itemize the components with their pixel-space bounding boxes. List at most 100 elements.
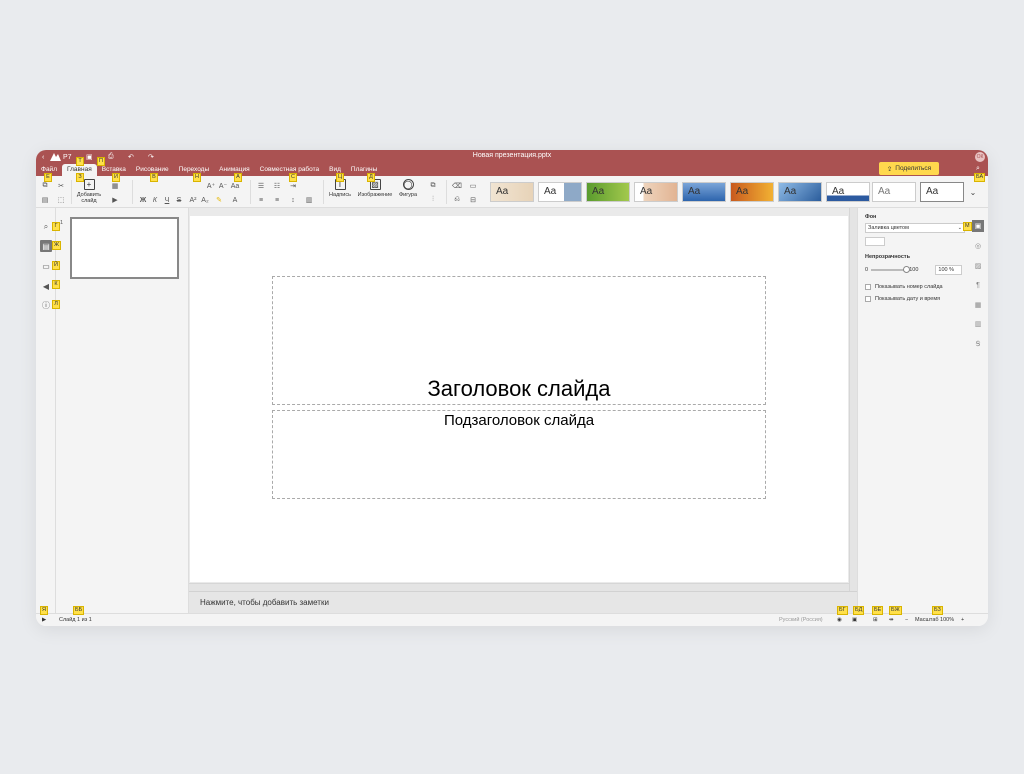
fit-width-icon[interactable]: ⇹ <box>889 617 894 623</box>
copy-icon[interactable]: ⧉ <box>40 181 50 191</box>
theme-5[interactable]: Aa <box>682 182 726 202</box>
keytip: Й <box>52 261 60 270</box>
theme-2[interactable]: Aa <box>538 182 582 202</box>
cut-icon[interactable]: ✂ <box>56 181 66 191</box>
keytip: БЗ <box>932 606 943 615</box>
image-button[interactable]: ▨ Изображение <box>356 179 394 207</box>
theme-9[interactable]: Aa <box>872 182 916 202</box>
plus-icon: + <box>83 179 95 190</box>
keytip: П <box>97 157 105 166</box>
share-button[interactable]: ⇪ Поделиться <box>879 162 939 175</box>
theme-6[interactable]: Aa <box>730 182 774 202</box>
chevron-down-icon[interactable]: ⌄ <box>966 182 980 202</box>
shape-settings-icon[interactable]: ◎ <box>972 240 984 252</box>
zoom-level: Масштаб 100% <box>915 617 955 623</box>
checkbox[interactable] <box>865 296 871 302</box>
slide-settings-icon[interactable]: ⊟ <box>468 195 478 205</box>
image-settings-icon[interactable]: ▨ <box>972 260 984 272</box>
textbox-button[interactable]: T Надпись <box>326 179 354 207</box>
background-label: Фон <box>865 214 877 220</box>
notes-area[interactable]: Нажмите, чтобы добавить заметки <box>189 591 857 613</box>
table-icon[interactable]: ▦ <box>972 299 984 311</box>
align-objects-icon[interactable]: ⫶ <box>428 195 438 205</box>
theme-3[interactable]: Aa <box>586 182 630 202</box>
thumb-number: 1 <box>60 220 64 226</box>
superscript-icon[interactable]: A² <box>188 195 198 205</box>
highlight-icon[interactable]: ✎ <box>214 195 224 205</box>
bullets-icon[interactable]: ☰ <box>256 181 266 191</box>
paste-icon[interactable]: ▤ <box>40 195 50 205</box>
spellcheck-icon[interactable]: ◉ <box>837 617 842 623</box>
zoom-out-icon[interactable]: − <box>905 617 908 623</box>
horizontal-scrollbar[interactable] <box>189 583 849 591</box>
font-shrink-icon[interactable]: A⁻ <box>218 181 228 191</box>
font-grow-icon[interactable]: A⁺ <box>206 181 216 191</box>
slide-settings-icon[interactable]: ▣ <box>972 220 984 232</box>
theme-7[interactable]: Aa <box>778 182 822 202</box>
arrange-icon[interactable]: ⧉ <box>428 181 438 191</box>
slide-thumbnail[interactable] <box>70 217 179 279</box>
underline-button[interactable]: Ч <box>162 195 172 205</box>
keytip: Д <box>367 173 375 182</box>
keytip: Л <box>52 300 60 309</box>
align-center-icon[interactable]: ≡ <box>272 195 282 205</box>
play-icon[interactable]: ▶ <box>110 195 120 205</box>
slide[interactable]: Заголовок слайда Подзаголовок слайда <box>190 216 848 582</box>
select-all-icon[interactable]: ⬚ <box>56 195 66 205</box>
italic-button[interactable]: К <box>150 195 160 205</box>
app-window: ‹ Р7 ▣ ⎙ ↶ ↷ Новая презентация.pptx ОК Ф… <box>36 150 988 626</box>
keytip: Я <box>40 606 48 615</box>
theme-10[interactable]: Aa <box>920 182 964 202</box>
theme-1[interactable]: Aa <box>490 182 534 202</box>
opacity-slider[interactable] <box>871 266 911 273</box>
add-slide-button[interactable]: + Добавить слайд <box>74 179 104 207</box>
numbering-icon[interactable]: ☷ <box>272 181 282 191</box>
fill-select[interactable]: Заливка цветом ⌄ <box>865 223 965 233</box>
user-avatar[interactable]: ОК <box>975 152 985 162</box>
align-left-icon[interactable]: ≡ <box>256 195 266 205</box>
announce-icon[interactable]: ◀ <box>40 280 52 292</box>
comments-icon[interactable]: ▭ <box>40 260 52 272</box>
zoom-in-icon[interactable]: + <box>961 617 964 623</box>
slides-icon[interactable]: ▤ <box>40 240 52 252</box>
color-picker[interactable] <box>865 237 885 246</box>
indent-icon[interactable]: ⇥ <box>288 181 298 191</box>
fit-slide-icon[interactable]: ⊞ <box>873 617 878 623</box>
title-bar: ‹ Р7 ▣ ⎙ ↶ ↷ Новая презентация.pptx ОК Ф… <box>36 150 988 176</box>
layout-icon[interactable]: ▦ <box>110 181 120 191</box>
opacity-max: 100 <box>909 267 919 273</box>
theme-8[interactable]: Aa <box>826 182 870 202</box>
copy-style-icon[interactable]: ⎌ <box>452 195 462 205</box>
vertical-scrollbar[interactable] <box>849 208 857 591</box>
paragraph-icon[interactable]: ¶ <box>972 279 984 291</box>
subtitle-placeholder[interactable]: Подзаголовок слайда <box>272 410 766 499</box>
show-slide-number-row[interactable]: Показывать номер слайда <box>865 281 962 293</box>
chart-icon[interactable]: ▥ <box>972 318 984 330</box>
keytip: С <box>289 173 297 182</box>
checkbox[interactable] <box>865 284 871 290</box>
opacity-input[interactable]: 100 % <box>935 265 962 275</box>
clear-style-icon[interactable]: ⌫ <box>452 181 462 191</box>
theme-4[interactable]: Aa <box>634 182 678 202</box>
text-art-icon[interactable]: Ꞩ <box>972 338 984 350</box>
slideshow-icon[interactable]: ▶ <box>42 617 46 623</box>
line-spacing-icon[interactable]: ↕ <box>288 195 298 205</box>
strike-button[interactable]: S <box>174 195 184 205</box>
menu-plugins[interactable]: Плагины <box>346 164 382 176</box>
share-label: Поделиться <box>895 165 932 172</box>
title-placeholder[interactable]: Заголовок слайда <box>272 276 766 405</box>
subscript-icon[interactable]: A₂ <box>200 195 210 205</box>
keytip: З <box>76 173 84 182</box>
info-icon[interactable]: ⓘ <box>40 299 52 311</box>
doc-language-icon[interactable]: ▣ <box>852 617 857 623</box>
columns-icon[interactable]: ▥ <box>304 195 314 205</box>
show-date-row[interactable]: Показывать дату и время <box>865 293 962 305</box>
language-select[interactable]: Русский (Россия) <box>779 617 823 623</box>
font-color-icon[interactable]: A <box>230 195 240 205</box>
separator <box>323 180 324 204</box>
slide-size-icon[interactable]: ▭ <box>468 181 478 191</box>
change-case-icon[interactable]: Aa <box>230 181 240 191</box>
search-icon[interactable]: ⌕ <box>40 221 52 233</box>
bold-button[interactable]: Ж <box>138 195 148 205</box>
shape-button[interactable]: ◯ Фигура <box>394 179 422 207</box>
